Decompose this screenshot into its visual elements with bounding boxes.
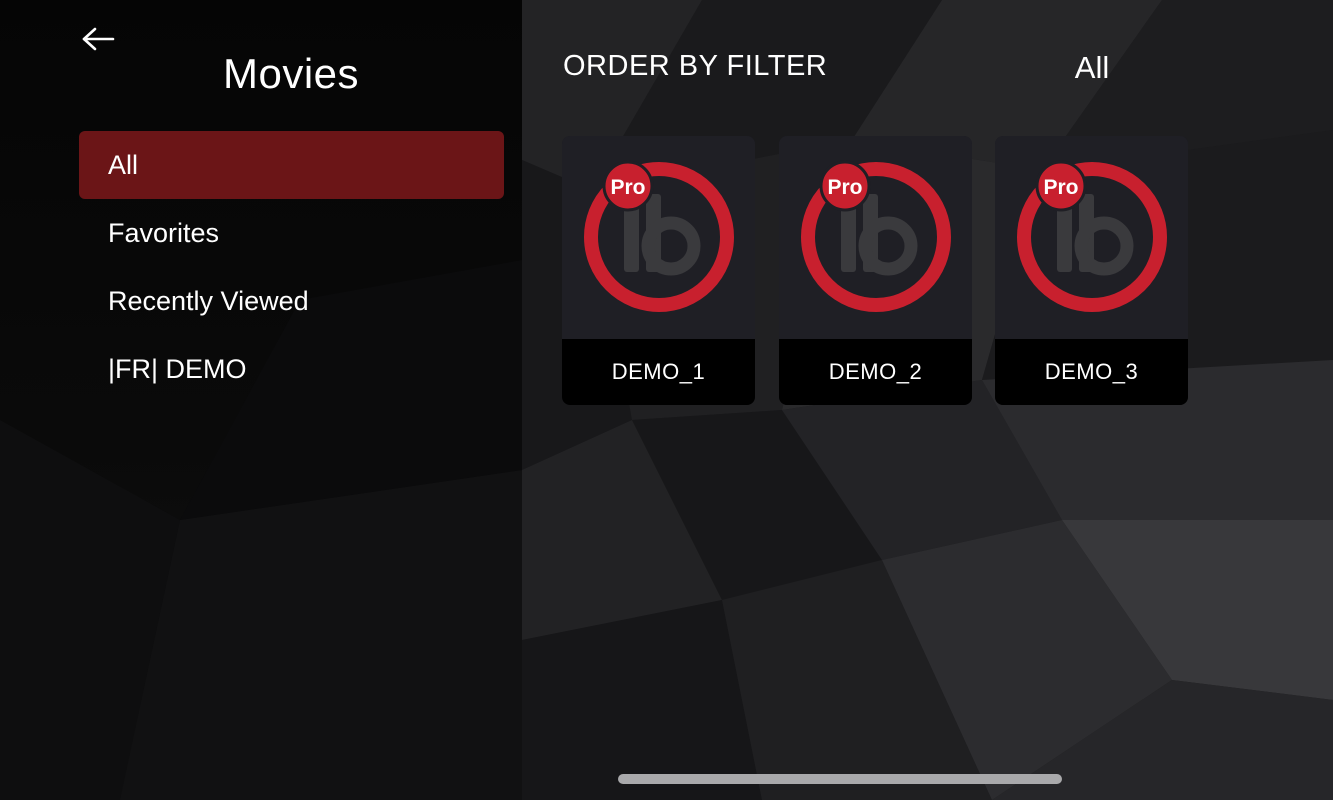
category-label: |FR| DEMO (108, 353, 247, 384)
category-item-all[interactable]: All (79, 131, 504, 199)
order-by-filter-label: ORDER BY FILTER (563, 50, 828, 82)
movie-poster: Pro (779, 136, 972, 339)
movie-title: DEMO_2 (779, 339, 972, 405)
category-item-fr-demo[interactable]: |FR| DEMO (79, 335, 504, 403)
movie-title: DEMO_1 (562, 339, 755, 405)
ibo-pro-logo-icon: Pro (584, 160, 734, 312)
movie-card-demo-1[interactable]: Pro DEMO_1 (562, 136, 755, 405)
category-sidebar: Movies All Favorites Recently Viewed |FR… (0, 0, 522, 800)
category-label: Favorites (108, 217, 220, 248)
movie-card-demo-3[interactable]: Pro DEMO_3 (995, 136, 1188, 405)
ibo-pro-logo-icon: Pro (1017, 160, 1167, 312)
logo-badge-text: Pro (610, 176, 645, 199)
movie-poster: Pro (995, 136, 1188, 339)
home-indicator[interactable] (618, 774, 1062, 784)
arrow-left-icon (82, 27, 115, 51)
movie-card-demo-2[interactable]: Pro DEMO_2 (779, 136, 972, 405)
ibo-pro-logo-icon: Pro (801, 160, 951, 312)
logo-badge-text: Pro (1043, 176, 1078, 199)
category-item-recently-viewed[interactable]: Recently Viewed (79, 267, 504, 335)
category-item-favorites[interactable]: Favorites (79, 199, 504, 267)
movie-title: DEMO_3 (995, 339, 1188, 405)
category-label: Recently Viewed (108, 285, 309, 316)
movies-screen: Movies All Favorites Recently Viewed |FR… (0, 0, 1333, 800)
movie-poster: Pro (562, 136, 755, 339)
order-filter-value[interactable]: All (1060, 50, 1124, 86)
logo-badge-text: Pro (827, 176, 862, 199)
category-label: All (108, 149, 139, 180)
page-title: Movies (222, 50, 360, 97)
